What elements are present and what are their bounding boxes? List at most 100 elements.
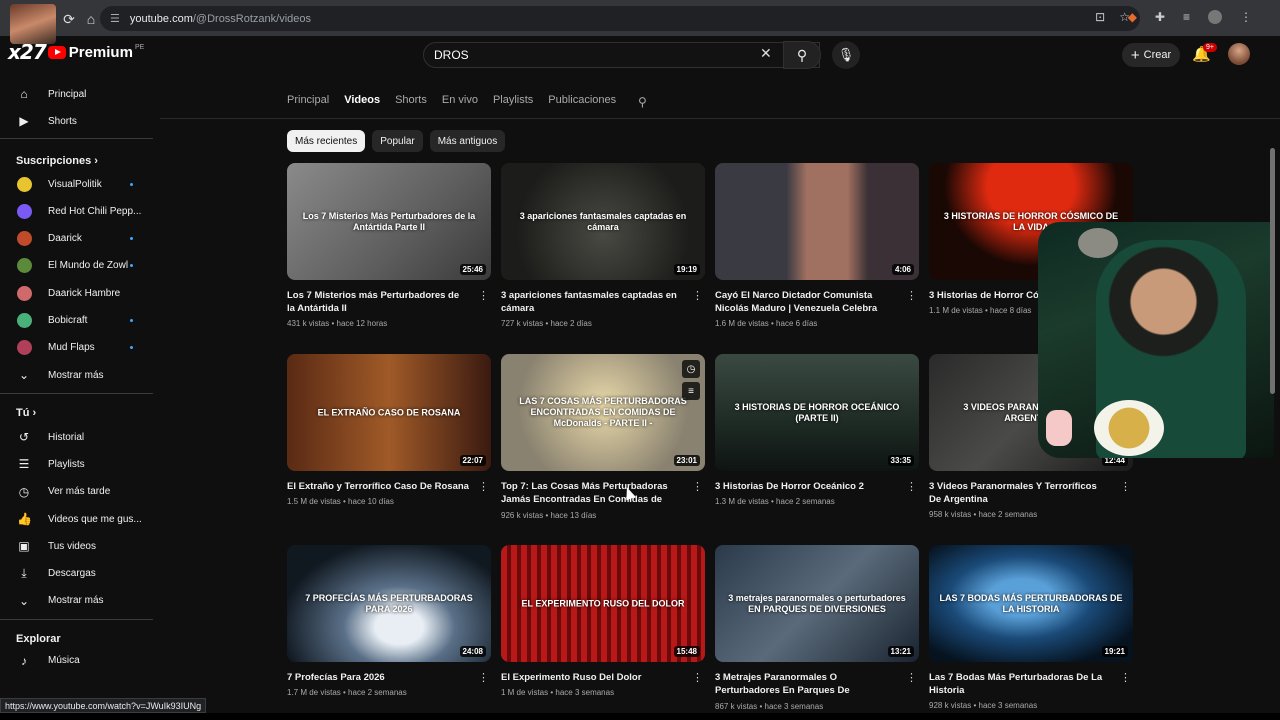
more-options-icon[interactable]: ⋮ bbox=[478, 289, 489, 302]
video-card[interactable]: 7 PROFECÍAS MÁS PERTURBADORAS PARA 2026 2… bbox=[287, 545, 491, 697]
extension-fox-icon[interactable]: ◆ bbox=[1128, 10, 1137, 24]
sidebar-item-mostrar-m-s[interactable]: ⌄ Mostrar más bbox=[0, 589, 155, 613]
page-scrollbar[interactable] bbox=[1270, 148, 1275, 394]
you-heading[interactable]: Tú › bbox=[16, 407, 36, 419]
sidebar-item-playlists[interactable]: ☰ Playlists bbox=[0, 452, 155, 476]
video-card[interactable]: 3 apariciones fantasmales captadas en cá… bbox=[501, 163, 705, 328]
site-info-icon[interactable]: ☰ bbox=[110, 12, 120, 25]
video-thumbnail[interactable]: 3 metrajes paranormales o perturbadores … bbox=[715, 545, 919, 662]
more-options-icon[interactable]: ⋮ bbox=[478, 671, 489, 684]
voice-search-button[interactable]: 🎙 bbox=[832, 41, 860, 69]
sidebar-item-label: El Mundo de Zowl bbox=[48, 260, 129, 272]
clear-search-icon[interactable]: ✕ bbox=[760, 45, 772, 62]
create-button[interactable]: + Crear bbox=[1122, 43, 1180, 67]
tab-playlists[interactable]: Playlists bbox=[493, 94, 533, 114]
video-thumbnail[interactable]: 3 apariciones fantasmales captadas en cá… bbox=[501, 163, 705, 280]
video-title[interactable]: Cayó El Narco Dictador Comunista Nicolás… bbox=[715, 289, 897, 315]
address-bar[interactable]: ☰ youtube.com/@DrossRotzank/videos bbox=[100, 6, 1140, 31]
sidebar-item-principal[interactable]: ⌂ Principal bbox=[0, 82, 155, 106]
video-thumbnail[interactable]: LAS 7 COSAS MÁS PERTURBADORAS ENCONTRADA… bbox=[501, 354, 705, 471]
search-button[interactable]: ⚲ bbox=[783, 41, 821, 69]
video-thumbnail[interactable]: EL EXTRAÑO CASO DE ROSANA 22:07 bbox=[287, 354, 491, 471]
video-title[interactable]: 3 Metrajes Paranormales O Perturbadores … bbox=[715, 671, 897, 698]
sidebar-item-shorts[interactable]: ▶ Shorts bbox=[0, 109, 155, 133]
install-app-icon[interactable]: ⊡ bbox=[1095, 10, 1105, 24]
channel-search-icon[interactable]: ⚲ bbox=[638, 95, 647, 109]
video-card[interactable]: Los 7 Misterios Más Perturbadores de la … bbox=[287, 163, 491, 328]
sidebar-item-el-mundo-de-zowl[interactable]: El Mundo de Zowl bbox=[0, 254, 155, 278]
sidebar-divider bbox=[0, 138, 153, 139]
sidebar-item-videos-que-me-gus[interactable]: 👍 Videos que me gus... bbox=[0, 507, 155, 531]
sidebar-item-red-hot-chili-pepp[interactable]: Red Hot Chili Pepp... bbox=[0, 199, 155, 223]
more-options-icon[interactable]: ⋮ bbox=[692, 671, 703, 684]
bottom-strip bbox=[0, 713, 1280, 720]
chip-popular[interactable]: Popular bbox=[372, 130, 423, 152]
subscriptions-heading[interactable]: Suscripciones › bbox=[16, 155, 98, 167]
duration-badge: 4:06 bbox=[891, 264, 914, 275]
duration-badge: 22:07 bbox=[459, 455, 486, 466]
video-card[interactable]: EL EXPERIMENTO RUSO DEL DOLOR 15:48 El Exp… bbox=[501, 545, 705, 697]
thumbnail-caption: LAS 7 COSAS MÁS PERTURBADORAS ENCONTRADA… bbox=[519, 395, 687, 429]
profile-icon[interactable] bbox=[1208, 10, 1222, 24]
video-title[interactable]: 3 Videos Paranormales Y Terroríficos De … bbox=[929, 480, 1111, 506]
video-thumbnail[interactable]: 4:06 bbox=[715, 163, 919, 280]
video-title[interactable]: 3 apariciones fantasmales captadas en cá… bbox=[501, 289, 683, 315]
sidebar-item-mud-flaps[interactable]: Mud Flaps bbox=[0, 336, 155, 360]
video-card[interactable]: 4:06 Cayó El Narco Dictador Comunista Nic… bbox=[715, 163, 919, 328]
tab-en-vivo[interactable]: En vivo bbox=[442, 94, 478, 114]
sidebar-item-label: Daarick bbox=[48, 233, 82, 245]
sidebar-item-visualpolitik[interactable]: VisualPolitik bbox=[0, 172, 155, 196]
sidebar-item-ver-m-s-tarde[interactable]: ◷ Ver más tarde bbox=[0, 480, 155, 504]
account-avatar[interactable] bbox=[1228, 43, 1250, 65]
new-content-dot bbox=[130, 319, 133, 322]
video-title[interactable]: El Extraño y Terrorífico Caso De Rosana bbox=[287, 480, 469, 493]
home-icon[interactable]: ⌂ bbox=[80, 8, 102, 30]
sidebar-item-historial[interactable]: ↺ Historial bbox=[0, 425, 155, 449]
more-options-icon[interactable]: ⋮ bbox=[906, 289, 917, 302]
tab-principal[interactable]: Principal bbox=[287, 94, 329, 114]
sidebar-item-mostrar-m-s[interactable]: ⌄ Mostrar más bbox=[0, 363, 155, 387]
add-to-queue-icon[interactable]: ≡ bbox=[682, 382, 700, 400]
more-options-icon[interactable]: ⋮ bbox=[692, 480, 703, 493]
more-options-icon[interactable]: ⋮ bbox=[906, 671, 917, 684]
sidebar-item-daarick-hambre[interactable]: Daarick Hambre bbox=[0, 281, 155, 305]
extensions-puzzle-icon[interactable]: ✚ bbox=[1155, 10, 1165, 24]
video-thumbnail[interactable]: EL EXPERIMENTO RUSO DEL DOLOR 15:48 bbox=[501, 545, 705, 662]
media-control-icon[interactable]: ≡ bbox=[1183, 10, 1190, 24]
video-thumbnail[interactable]: LAS 7 BODAS MÁS PERTURBADORAS DE LA HIST… bbox=[929, 545, 1133, 662]
video-thumbnail[interactable]: Los 7 Misterios Más Perturbadores de la … bbox=[287, 163, 491, 280]
video-thumbnail[interactable]: 7 PROFECÍAS MÁS PERTURBADORAS PARA 2026 2… bbox=[287, 545, 491, 662]
more-options-icon[interactable]: ⋮ bbox=[692, 289, 703, 302]
sidebar-item-bobicraft[interactable]: Bobicraft bbox=[0, 309, 155, 333]
video-title[interactable]: El Experimento Ruso Del Dolor bbox=[501, 671, 683, 684]
tab-publicaciones[interactable]: Publicaciones bbox=[548, 94, 616, 114]
youtube-logo[interactable]: x27 Premium PE bbox=[8, 4, 144, 64]
tab-videos[interactable]: Videos bbox=[344, 94, 380, 114]
more-options-icon[interactable]: ⋮ bbox=[478, 480, 489, 493]
video-card[interactable]: 3 metrajes paranormales o perturbadores … bbox=[715, 545, 919, 711]
sidebar-item-descargas[interactable]: ⤓ Descargas bbox=[0, 562, 155, 586]
more-options-icon[interactable]: ⋮ bbox=[906, 480, 917, 493]
video-title[interactable]: 7 Profecías Para 2026 bbox=[287, 671, 469, 684]
tab-shorts[interactable]: Shorts bbox=[395, 94, 427, 114]
video-title[interactable]: 3 Historias De Horror Oceánico 2 bbox=[715, 480, 897, 493]
sidebar-item-tus-videos[interactable]: ▣ Tus videos bbox=[0, 534, 155, 558]
video-card[interactable]: EL EXTRAÑO CASO DE ROSANA 22:07 El Extraño… bbox=[287, 354, 491, 506]
video-card[interactable]: LAS 7 BODAS MÁS PERTURBADORAS DE LA HIST… bbox=[929, 545, 1133, 710]
sidebar-item-m-sica[interactable]: ♪ Música bbox=[0, 649, 155, 673]
video-title[interactable]: Las 7 Bodas Más Perturbadoras De La Hist… bbox=[929, 671, 1111, 697]
video-title[interactable]: Los 7 Misterios más Perturbadores de la … bbox=[287, 289, 469, 315]
chip-más-recientes[interactable]: Más recientes bbox=[287, 130, 366, 152]
video-thumbnail[interactable]: 3 HISTORIAS DE HORROR OCEÁNICO (PARTE II… bbox=[715, 354, 919, 471]
reload-icon[interactable]: ⟳ bbox=[58, 8, 80, 30]
duration-badge: 33:35 bbox=[887, 455, 914, 466]
video-card[interactable]: 3 HISTORIAS DE HORROR OCEÁNICO (PARTE II… bbox=[715, 354, 919, 506]
video-card[interactable]: LAS 7 COSAS MÁS PERTURBADORAS ENCONTRADA… bbox=[501, 354, 705, 520]
browser-menu-icon[interactable]: ⋮ bbox=[1240, 10, 1252, 24]
watch-later-icon[interactable]: ◷ bbox=[682, 360, 700, 378]
more-options-icon[interactable]: ⋮ bbox=[1120, 671, 1131, 684]
more-options-icon[interactable]: ⋮ bbox=[1120, 480, 1131, 493]
chip-más-antiguos[interactable]: Más antiguos bbox=[429, 130, 506, 152]
video-title[interactable]: Top 7: Las Cosas Más Perturbadoras Jamás… bbox=[501, 480, 683, 507]
sidebar-item-daarick[interactable]: Daarick bbox=[0, 227, 155, 251]
